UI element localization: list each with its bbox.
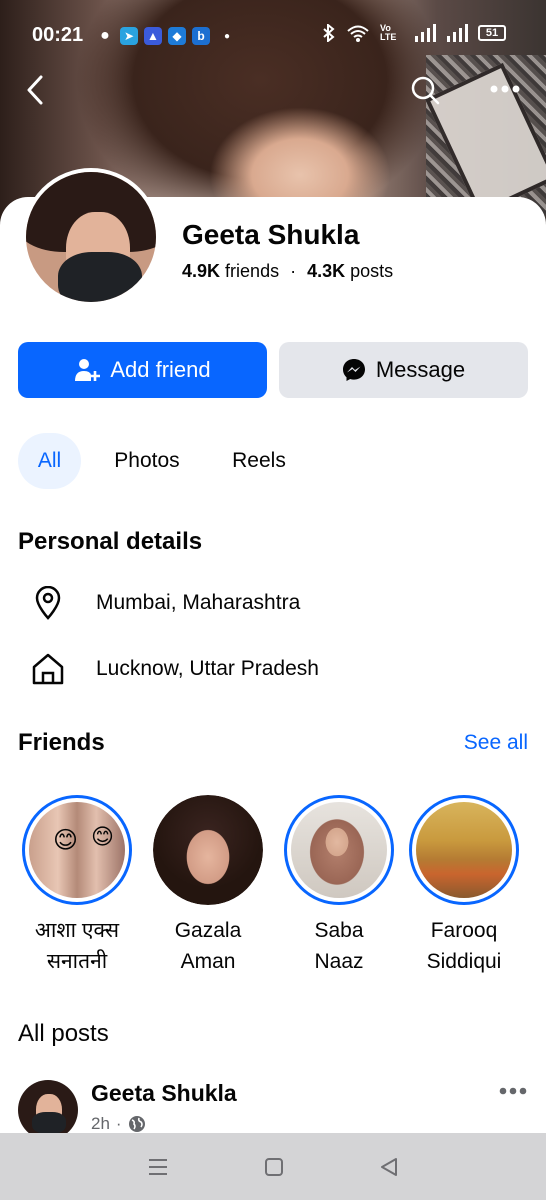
- status-time: 00:21: [32, 24, 84, 46]
- home-icon: [30, 651, 66, 687]
- home-square-icon[interactable]: [264, 1157, 284, 1177]
- friend-name-line1: आशा एक्स: [34, 919, 120, 942]
- tab-reels[interactable]: Reels: [220, 433, 298, 489]
- friend-item[interactable]: 😊 😊 आशा एक्स सनातनी: [15, 795, 139, 977]
- friends-label[interactable]: friends: [225, 261, 279, 281]
- current-city-text: Mumbai, Maharashtra: [96, 591, 301, 614]
- hometown-row: Lucknow, Uttar Pradesh: [30, 651, 319, 687]
- emoji-sticker-icon: 😊: [91, 824, 114, 849]
- friend-avatar[interactable]: [153, 795, 263, 905]
- post-more-options-icon[interactable]: [498, 1086, 528, 1096]
- friend-name-line1: Gazala: [174, 919, 242, 942]
- friend-name: Gazala Aman: [146, 915, 270, 977]
- friend-name-line2: सनातनी: [46, 950, 108, 973]
- post-author-name[interactable]: Geeta Shukla: [91, 1080, 237, 1107]
- emoji-sticker-icon: 😊: [53, 827, 79, 854]
- current-city-row: Mumbai, Maharashtra: [30, 585, 300, 621]
- cover-decoration: [426, 55, 546, 215]
- profile-name: Geeta Shukla: [182, 219, 360, 250]
- friend-name-line2: Siddiqui: [426, 950, 502, 973]
- battery-level: 51: [485, 27, 499, 39]
- friend-item[interactable]: Farooq Siddiqui: [402, 795, 526, 977]
- friends-count[interactable]: 4.9K: [182, 261, 220, 281]
- friend-name: Farooq Siddiqui: [402, 915, 526, 977]
- signal-icon-2: [447, 24, 468, 42]
- profile-stats: 4.9K friends · 4.3K posts: [182, 261, 393, 282]
- tab-photos[interactable]: Photos: [100, 433, 194, 489]
- posts-count[interactable]: 4.3K: [307, 261, 345, 281]
- see-all-friends-link[interactable]: See all: [464, 731, 528, 755]
- add-person-icon: [75, 359, 101, 381]
- status-bar: 00:21 ● ➤ ▲ ◆ b ● Vo LTE 51: [0, 0, 546, 66]
- friend-name: आशा एक्स सनातनी: [15, 915, 139, 977]
- friends-title: Friends: [18, 729, 105, 756]
- battery-icon: 51: [478, 25, 506, 41]
- hometown-text: Lucknow, Uttar Pradesh: [96, 657, 319, 680]
- recents-menu-icon[interactable]: [147, 1157, 169, 1177]
- posts-label[interactable]: posts: [350, 261, 393, 281]
- location-pin-icon: [30, 585, 66, 621]
- back-arrow-icon[interactable]: [24, 74, 46, 106]
- more-options-icon[interactable]: [489, 84, 521, 94]
- message-label: Message: [375, 357, 466, 382]
- friend-avatar[interactable]: [409, 795, 519, 905]
- message-button[interactable]: Message: [279, 342, 528, 398]
- profile-avatar[interactable]: [22, 168, 160, 306]
- friend-avatar[interactable]: [284, 795, 394, 905]
- friend-name-line1: Saba: [314, 919, 364, 942]
- chat-bubble-icon: ●: [100, 27, 110, 44]
- add-friend-label: Add friend: [110, 357, 211, 382]
- stats-separator: ·: [290, 261, 297, 281]
- friend-name-line1: Farooq: [430, 919, 498, 942]
- friend-name-line2: Naaz: [314, 950, 364, 973]
- search-icon[interactable]: [409, 74, 441, 106]
- dot-icon: ●: [223, 30, 231, 42]
- bluetooth-icon: [323, 24, 335, 42]
- post-author-avatar[interactable]: [18, 1080, 78, 1140]
- system-nav-bar: [0, 1133, 546, 1200]
- back-triangle-icon[interactable]: [379, 1157, 399, 1177]
- personal-details-title: Personal details: [18, 528, 203, 555]
- friend-item[interactable]: Saba Naaz: [277, 795, 401, 977]
- post-meta: 2h ·: [91, 1114, 146, 1134]
- globe-icon: [128, 1116, 145, 1132]
- app-icon: ◆: [168, 27, 186, 45]
- tab-all[interactable]: All: [18, 433, 81, 489]
- all-posts-title: All posts: [18, 1020, 109, 1047]
- system-icons: Vo LTE 51: [322, 24, 506, 42]
- post-time[interactable]: 2h: [91, 1114, 110, 1134]
- friend-avatar[interactable]: 😊 😊: [22, 795, 132, 905]
- friend-name-line2: Aman: [180, 950, 236, 973]
- messenger-icon: [342, 359, 365, 381]
- wifi-icon: [347, 25, 369, 42]
- friend-name: Saba Naaz: [277, 915, 401, 977]
- volte-label: Vo LTE: [380, 23, 397, 42]
- add-friend-button[interactable]: Add friend: [18, 342, 267, 398]
- friend-item[interactable]: Gazala Aman: [146, 795, 270, 977]
- telegram-icon: ➤: [120, 27, 138, 45]
- b-app-icon: b: [192, 27, 210, 45]
- post-meta-separator: ·: [115, 1114, 122, 1133]
- signal-icon: [415, 24, 436, 42]
- triangle-app-icon: ▲: [144, 27, 162, 45]
